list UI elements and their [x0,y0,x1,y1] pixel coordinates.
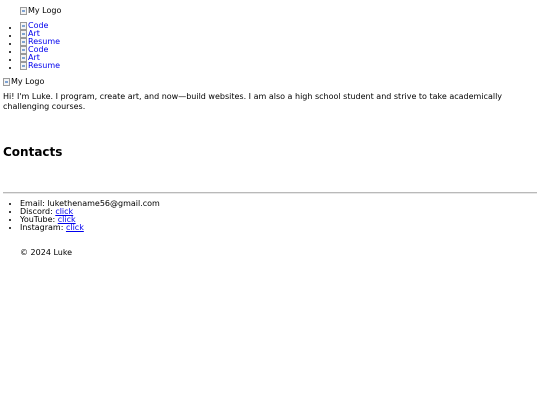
broken-image-icon [20,62,27,70]
contacts-list: Email: lukethename56@gmail.com Discord: … [0,200,160,232]
intro-text: Hi! I'm Luke. I program, create art, and… [3,92,503,111]
broken-image-icon [20,7,27,15]
contact-label: Instagram: [20,223,64,232]
broken-image-icon [20,22,27,30]
contacts-heading: Contacts [3,145,63,159]
instagram-link[interactable]: click [66,223,84,232]
broken-image-icon [20,54,27,62]
broken-image-icon [20,38,27,46]
nav-item-resume: Resume [20,62,60,70]
nav-item-code: Code [20,22,60,30]
site-logo-alt-text: My Logo [28,6,62,15]
main-navigation: Code Art Resume Code [0,22,60,70]
site-logo: My Logo [20,6,61,16]
nav-link-resume[interactable]: Resume [20,61,61,72]
hero-logo-alt-text: My Logo [11,77,45,86]
broken-image-icon [20,46,27,54]
contact-item-instagram: Instagram: click [20,224,160,232]
broken-image-icon [3,78,10,86]
hero-logo: My Logo [3,77,44,87]
footer-copyright: © 2024 Luke [20,248,73,257]
section-divider [3,192,537,194]
broken-image-icon [20,30,27,38]
nav-link-label: Resume [28,61,61,70]
